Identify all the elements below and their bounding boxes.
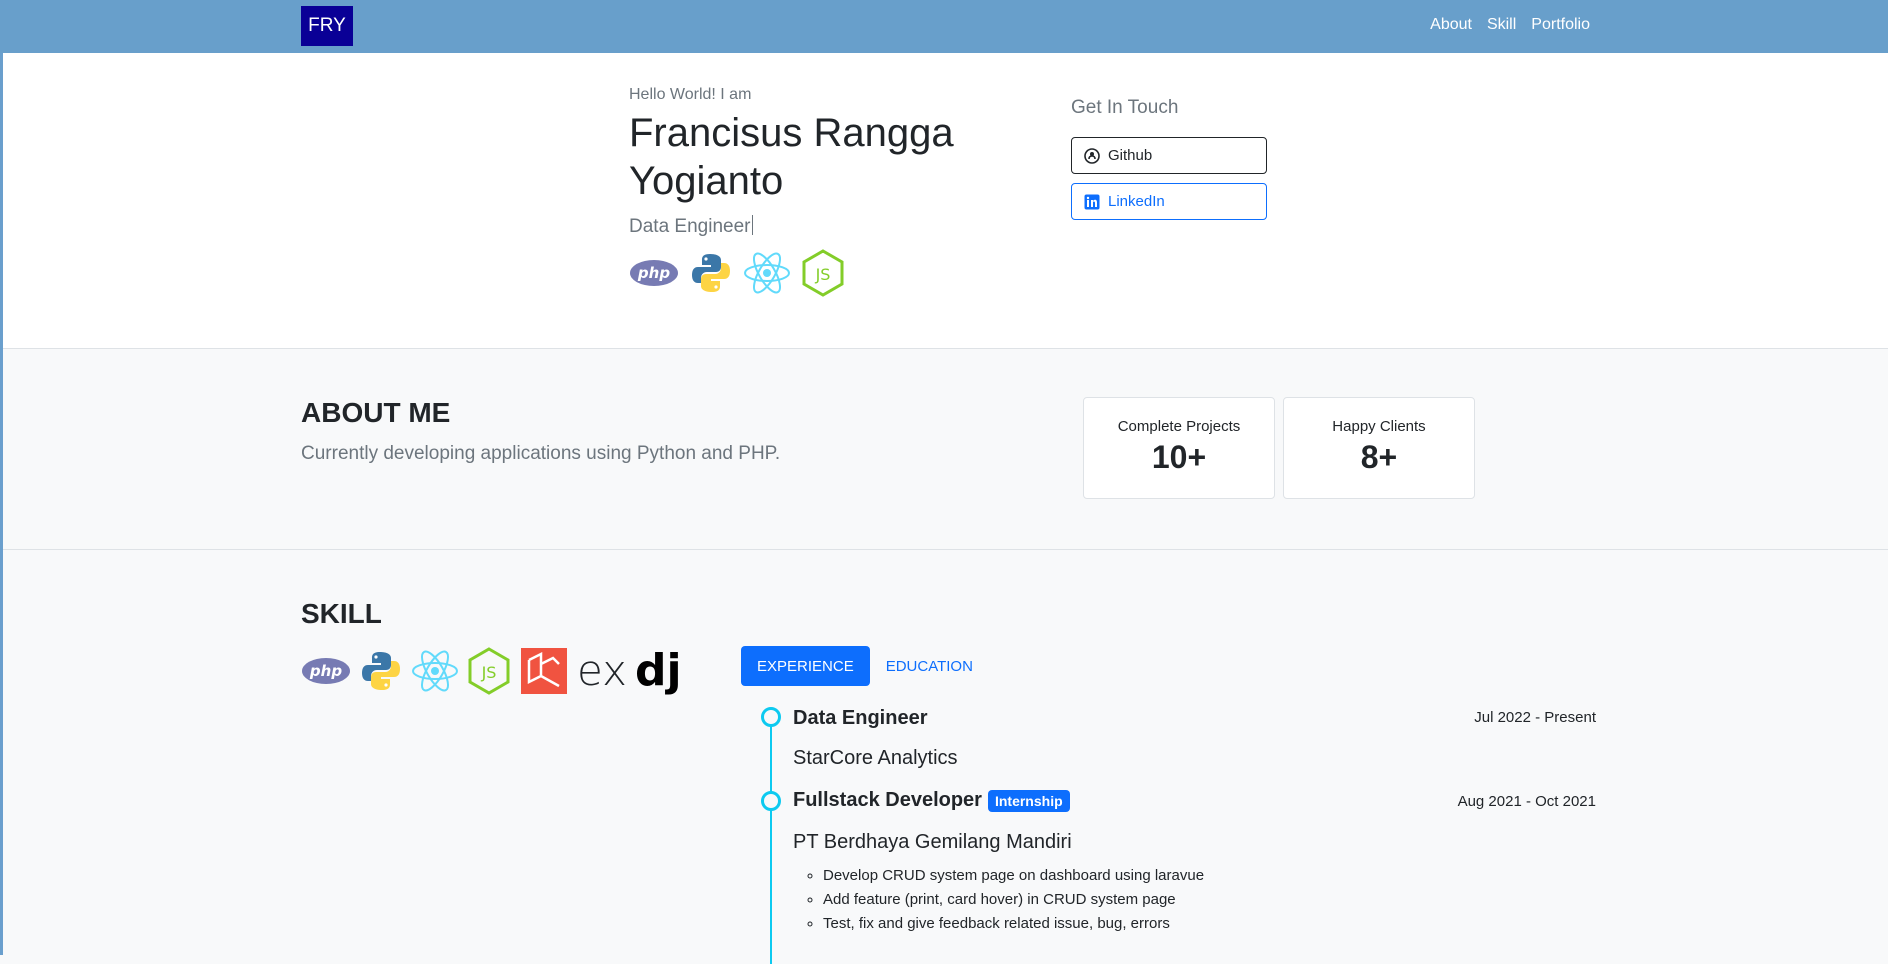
job-date: Jul 2022 - Present <box>1474 709 1596 726</box>
about-text: Currently developing applications using … <box>301 443 781 464</box>
stat-value: 8+ <box>1360 439 1398 475</box>
laravel-icon <box>521 648 567 694</box>
svg-text:JS: JS <box>481 663 497 682</box>
nav-links: About Skill Portfolio <box>1430 16 1590 34</box>
linkedin-icon <box>1084 194 1100 209</box>
job-company: StarCore Analytics <box>793 747 958 769</box>
job-company: PT Berdhaya Gemilang Mandiri <box>793 831 1072 853</box>
react-icon <box>744 252 790 294</box>
job-title-text: Fullstack Developer <box>793 789 982 811</box>
nodejs-icon: JS <box>468 647 510 695</box>
stat-card-projects: Complete Projects 10+ <box>1083 397 1275 499</box>
list-item: Develop CRUD system page on dashboard us… <box>823 864 1204 888</box>
skill-tech-icons: php JS ex dj <box>301 646 682 696</box>
github-icon <box>1084 147 1100 164</box>
express-icon: ex <box>577 646 627 695</box>
about-title: ABOUT ME <box>301 397 451 428</box>
typing-caret <box>752 215 754 235</box>
get-in-touch-title: Get In Touch <box>1071 97 1179 118</box>
nodejs-icon: JS <box>802 249 844 297</box>
job-duties-list: Develop CRUD system page on dashboard us… <box>793 864 1204 936</box>
linkedin-label: LinkedIn <box>1108 193 1165 210</box>
skill-title: SKILL <box>301 598 382 629</box>
github-label: Github <box>1108 147 1153 164</box>
experience-education-tabs: EXPERIENCE EDUCATION <box>741 646 989 686</box>
svg-text:php: php <box>637 264 670 282</box>
linkedin-button[interactable]: LinkedIn <box>1071 183 1267 220</box>
stat-card-clients: Happy Clients 8+ <box>1283 397 1475 499</box>
svg-text:php: php <box>309 662 342 680</box>
python-icon <box>692 254 730 292</box>
stat-label: Complete Projects <box>1117 418 1241 435</box>
job-title: Data Engineer <box>793 707 927 730</box>
brand-logo[interactable]: FRY <box>301 6 353 46</box>
django-icon: dj <box>634 645 682 696</box>
job-date: Aug 2021 - Oct 2021 <box>1457 793 1596 810</box>
python-icon <box>362 652 400 690</box>
timeline-dot <box>761 707 781 727</box>
list-item: Add feature (print, card hover) in CRUD … <box>823 888 1204 912</box>
hero-role: Data Engineer <box>629 215 754 238</box>
svg-text:JS: JS <box>815 265 831 284</box>
list-item: Test, fix and give feedback related issu… <box>823 912 1204 936</box>
hero-greeting: Hello World! I am <box>629 86 752 103</box>
nav-link-portfolio[interactable]: Portfolio <box>1531 16 1590 34</box>
nav-link-skill[interactable]: Skill <box>1487 16 1516 34</box>
hero-section: Hello World! I am Francisus Rangga Yogia… <box>3 53 1888 349</box>
nav-link-about[interactable]: About <box>1430 16 1472 34</box>
job-title: Fullstack Developer Internship <box>793 789 1070 812</box>
hero-tech-icons: php JS <box>629 249 845 297</box>
react-icon <box>412 650 458 692</box>
tab-experience[interactable]: EXPERIENCE <box>741 646 870 686</box>
navbar: FRY About Skill Portfolio <box>0 0 1888 53</box>
php-icon: php <box>302 658 350 684</box>
hero-name: Francisus Rangga Yogianto <box>629 111 954 203</box>
tab-education[interactable]: EDUCATION <box>870 646 989 686</box>
hero-role-text: Data Engineer <box>629 216 751 237</box>
stat-value: 10+ <box>1151 439 1207 475</box>
github-button[interactable]: Github <box>1071 137 1267 174</box>
stat-label: Happy Clients <box>1332 418 1426 435</box>
php-icon: php <box>630 260 678 286</box>
about-section: ABOUT ME Currently developing applicatio… <box>3 349 1888 550</box>
internship-badge: Internship <box>987 789 1070 812</box>
job-title-text: Data Engineer <box>793 707 928 729</box>
timeline-dot <box>761 791 781 811</box>
skill-section: SKILL php JS ex dj EXPERIENCE EDUCATION … <box>3 550 1888 964</box>
timeline-line <box>770 724 772 964</box>
